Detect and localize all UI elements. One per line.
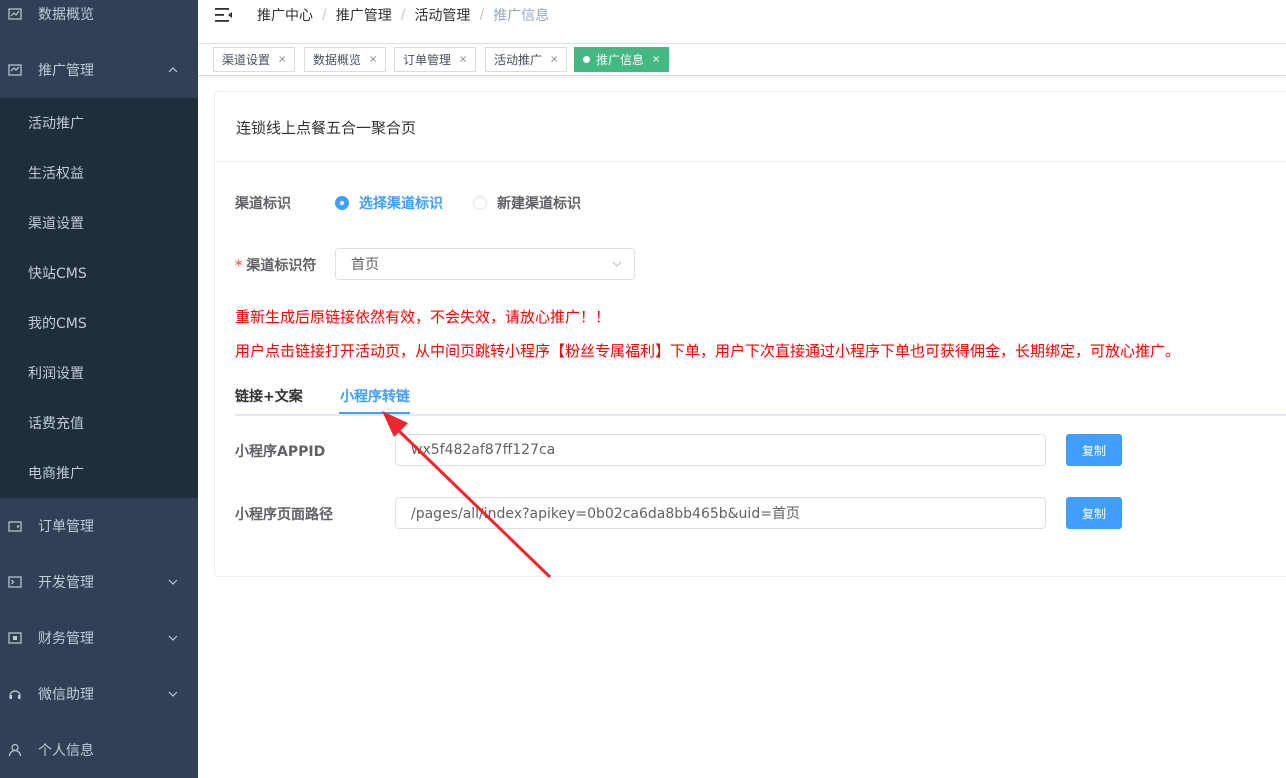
sidebar-subitem[interactable]: 利润设置 (0, 348, 198, 398)
tag-label: 渠道设置 (222, 53, 271, 67)
tab-miniprogram[interactable]: 小程序转链 (340, 386, 410, 406)
chevron-up-icon (168, 67, 178, 73)
tag-label: 订单管理 (403, 53, 452, 67)
tag-label: 推广信息 (596, 53, 645, 67)
user-icon (8, 743, 22, 757)
warning-text: 用户点击链接打开活动页，从中间页跳转小程序【粉丝专属福利】下单，用户下次直接通过… (235, 342, 1181, 360)
sidebar-item-label: 个人信息 (38, 743, 94, 759)
sidebar-item-label: 订单管理 (38, 519, 94, 535)
breadcrumb-item[interactable]: 推广中心 (257, 5, 313, 25)
tab-active-indicator (339, 412, 410, 414)
tag-promo-info[interactable]: 推广信息 × (574, 47, 670, 72)
navbar: 推广中心 / 推广管理 / 活动管理 / 推广信息 (198, 0, 1286, 44)
select-value: 首页 (351, 257, 379, 273)
breadcrumb: 推广中心 / 推广管理 / 活动管理 / 推广信息 (257, 5, 549, 25)
tag-label: 活动推广 (494, 53, 543, 67)
tab-link-copy[interactable]: 链接+文案 (235, 386, 303, 406)
identifier-label-text: 渠道标识符 (246, 258, 317, 274)
close-icon[interactable]: × (652, 54, 660, 65)
sidebar-item-wechat[interactable]: 微信助理 (0, 666, 198, 722)
radio-label: 选择渠道标识 (359, 196, 443, 212)
sidebar-item-label: 推广管理 (38, 63, 94, 79)
breadcrumb-current: 推广信息 (493, 8, 550, 24)
tag-data-overview[interactable]: 数据概览 × (304, 47, 387, 72)
radio-new-channel[interactable]: 新建渠道标识 (473, 193, 581, 213)
radio-select-channel[interactable]: 选择渠道标识 (335, 193, 443, 213)
app: 数据概览 推广管理 活动推广 生活权益 渠道设置 快站CMS 我的CMS 利润设… (0, 0, 1286, 778)
required-star: * (235, 258, 243, 274)
tag-activity-promo[interactable]: 活动推广 × (485, 47, 568, 72)
tag-label: 数据概览 (313, 53, 362, 67)
breadcrumb-separator: / (322, 7, 327, 23)
radio-label: 新建渠道标识 (497, 196, 581, 212)
warning-text: 重新生成后原链接依然有效，不会失效，请放心推广！！ (235, 308, 611, 326)
copy-appid-button[interactable]: 复制 (1066, 434, 1122, 466)
active-dot-icon (583, 56, 590, 63)
breadcrumb-separator: / (479, 7, 485, 23)
path-input[interactable]: /pages/all/index?apikey=0b02ca6da8bb465b… (395, 497, 1046, 529)
sidebar-subitem[interactable]: 电商推广 (0, 448, 198, 498)
tag-channel-settings[interactable]: 渠道设置 × (213, 47, 296, 72)
sidebar-subitem[interactable]: 快站CMS (0, 248, 198, 298)
sidebar-item-data-overview[interactable]: 数据概览 (0, 0, 198, 42)
tag-orders[interactable]: 订单管理 × (394, 47, 477, 72)
sidebar-item-label: 数据概览 (38, 7, 94, 23)
chevron-down-icon (168, 691, 178, 697)
breadcrumb-separator: / (400, 7, 406, 23)
promotion-submenu: 活动推广 生活权益 渠道设置 快站CMS 我的CMS 利润设置 话费充值 电商推… (0, 98, 198, 498)
close-icon[interactable]: × (459, 54, 467, 65)
identifier-select[interactable]: 首页 (335, 248, 635, 280)
channel-label: 渠道标识 (235, 196, 291, 212)
sidebar-item-finance[interactable]: 财务管理 (0, 610, 198, 666)
close-icon[interactable]: × (278, 54, 286, 65)
sidebar-item-promotion[interactable]: 推广管理 (0, 42, 198, 98)
sidebar: 数据概览 推广管理 活动推广 生活权益 渠道设置 快站CMS 我的CMS 利润设… (0, 0, 198, 778)
sidebar-item-label: 微信助理 (38, 687, 94, 703)
identifier-label: * 渠道标识符 (235, 255, 316, 275)
sidebar-subitem[interactable]: 渠道设置 (0, 198, 198, 248)
path-label: 小程序页面路径 (235, 507, 333, 523)
appid-label: 小程序APPID (235, 444, 326, 460)
sidebar-subitem[interactable]: 活动推广 (0, 98, 198, 148)
chevron-down-icon (168, 579, 178, 585)
headset-icon (9, 690, 21, 699)
sidebar-subitem[interactable]: 话费充值 (0, 398, 198, 448)
copy-path-button[interactable]: 复制 (1066, 497, 1122, 529)
tags-view: 渠道设置 × 数据概览 × 订单管理 × 活动推广 × 推广信息 × (198, 44, 1286, 76)
radio-unchecked-icon (473, 196, 487, 210)
appid-input[interactable]: wx5f482af87ff127ca (395, 434, 1046, 466)
hamburger-icon[interactable] (215, 7, 233, 23)
breadcrumb-item[interactable]: 活动管理 (414, 5, 470, 25)
sidebar-item-label: 财务管理 (38, 631, 94, 647)
sidebar-subitem[interactable]: 我的CMS (0, 298, 198, 348)
finance-icon (8, 632, 22, 644)
sidebar-item-dev[interactable]: 开发管理 (0, 554, 198, 610)
chevron-down-icon (612, 261, 622, 267)
chevron-down-icon (168, 635, 178, 641)
sidebar-subitem[interactable]: 生活权益 (0, 148, 198, 198)
trend-icon (8, 64, 22, 76)
sidebar-item-label: 开发管理 (38, 575, 94, 591)
card-title: 连锁线上点餐五合一聚合页 (236, 119, 417, 137)
card-header: 连锁线上点餐五合一聚合页 (215, 92, 1286, 162)
close-icon[interactable]: × (369, 54, 377, 65)
close-icon[interactable]: × (550, 54, 558, 65)
tabs-divider (235, 414, 1286, 416)
wallet-icon (8, 521, 22, 532)
breadcrumb-item[interactable]: 推广管理 (336, 5, 392, 25)
chart-icon (8, 8, 22, 20)
sidebar-item-orders[interactable]: 订单管理 (0, 498, 198, 554)
sidebar-item-profile[interactable]: 个人信息 (0, 722, 198, 778)
terminal-icon (8, 576, 22, 588)
radio-checked-icon (335, 196, 349, 210)
